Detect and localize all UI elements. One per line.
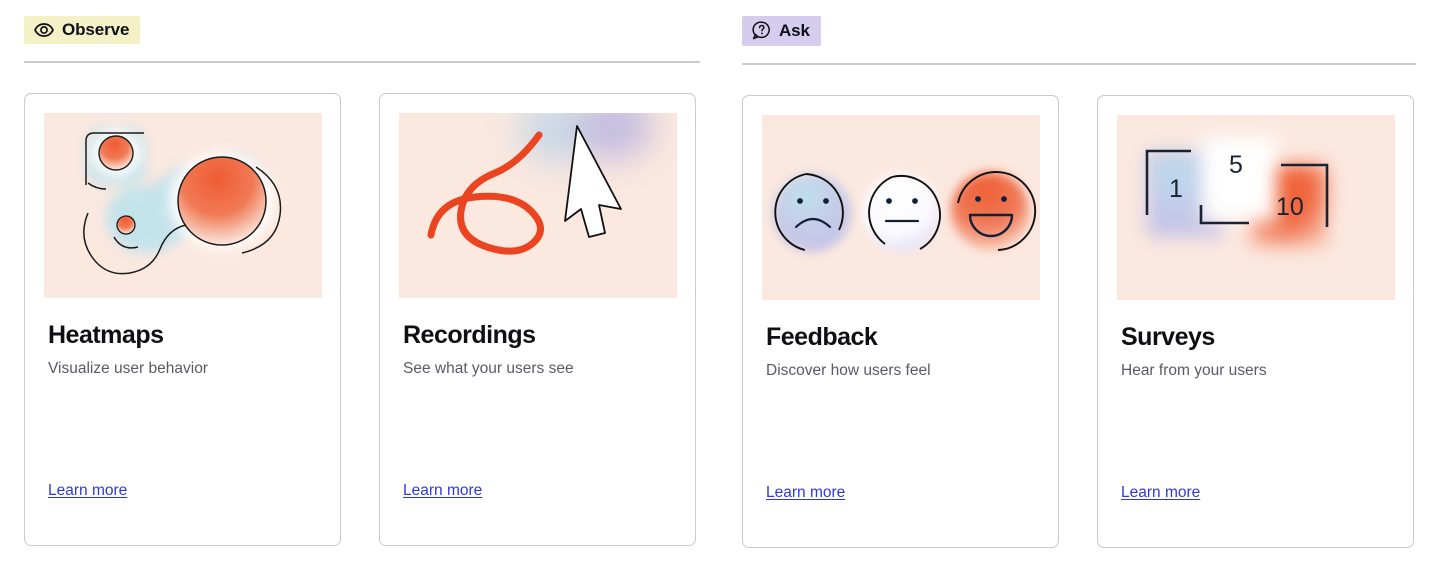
learn-more-link[interactable]: Learn more <box>403 482 482 500</box>
learn-more-link[interactable]: Learn more <box>1121 484 1200 502</box>
card-title: Feedback <box>766 323 878 351</box>
card-title: Recordings <box>403 321 536 349</box>
section-divider-observe <box>24 61 700 63</box>
eye-icon <box>34 22 54 37</box>
card-title: Heatmaps <box>48 321 164 349</box>
card-row-ask: Feedback Discover how users feel Learn m… <box>742 95 1416 548</box>
card-heatmaps[interactable]: Heatmaps Visualize user behavior Learn m… <box>24 93 341 546</box>
card-subtitle: See what your users see <box>403 359 574 377</box>
card-recordings[interactable]: Recordings See what your users see Learn… <box>379 93 696 546</box>
scale-label-1: 1 <box>1169 175 1183 203</box>
scale-label-5: 5 <box>1229 151 1243 179</box>
product-cards-page: Observe Heatmaps Visualize user behavior… <box>0 0 1440 572</box>
section-divider-ask <box>742 63 1416 65</box>
section-badge-ask: Ask <box>742 16 821 46</box>
section-ask: Ask Feedback Discover how users feel Lea… <box>742 0 1416 548</box>
card-feedback[interactable]: Feedback Discover how users feel Learn m… <box>742 95 1059 548</box>
heatmap-blob-illustration <box>44 113 322 298</box>
card-row-observe: Heatmaps Visualize user behavior Learn m… <box>24 93 700 546</box>
cursor-trail-illustration <box>399 113 677 298</box>
question-bubble-icon <box>752 21 771 40</box>
emoji-faces-illustration <box>762 115 1040 300</box>
card-surveys[interactable]: 1 5 10 Surveys Hear from your users Lear… <box>1097 95 1414 548</box>
scale-label-10: 10 <box>1276 193 1304 221</box>
learn-more-link[interactable]: Learn more <box>48 482 127 500</box>
card-subtitle: Hear from your users <box>1121 361 1267 379</box>
section-badge-label: Observe <box>62 20 130 39</box>
card-subtitle: Discover how users feel <box>766 361 931 379</box>
section-observe: Observe Heatmaps Visualize user behavior… <box>24 0 700 546</box>
learn-more-link[interactable]: Learn more <box>766 484 845 502</box>
section-badge-label: Ask <box>779 21 810 40</box>
card-title: Surveys <box>1121 323 1215 351</box>
rating-scale-illustration: 1 5 10 <box>1117 115 1395 300</box>
section-badge-observe: Observe <box>24 16 141 44</box>
card-subtitle: Visualize user behavior <box>48 359 208 377</box>
